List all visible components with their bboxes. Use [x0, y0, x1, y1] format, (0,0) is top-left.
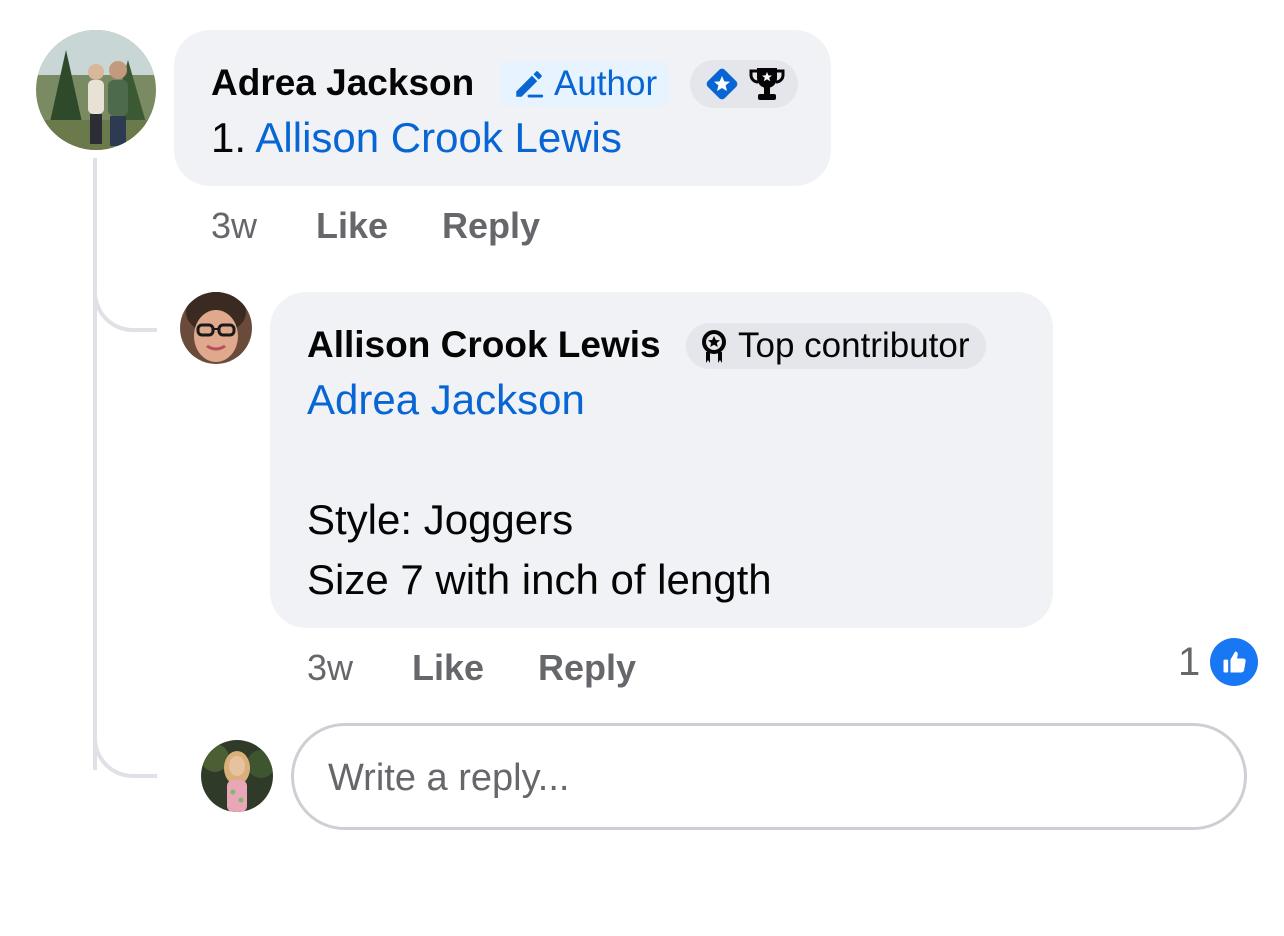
comment-timestamp[interactable]: 3w [211, 205, 257, 247]
reply-like-button[interactable]: Like [412, 647, 484, 689]
comment-number: 1. [211, 114, 247, 161]
thumbs-up-icon [1210, 638, 1259, 686]
reply-reply-button[interactable]: Reply [538, 647, 636, 689]
achievement-badges[interactable] [690, 60, 798, 108]
thread-curve-reply [93, 270, 157, 332]
reply-timestamp[interactable]: 3w [307, 647, 353, 689]
mention-adrea-jackson[interactable]: Adrea Jackson [307, 376, 585, 424]
author-badge-label: Author [554, 64, 658, 103]
trophy-icon [748, 64, 786, 104]
reaction-count: 1 [1178, 639, 1201, 684]
top-contributor-badge[interactable]: Top contributor [686, 323, 986, 369]
contributor-medal-icon [698, 328, 730, 364]
reply-body-line-2: Size 7 with inch of length [307, 556, 772, 603]
comment-like-button[interactable]: Like [316, 205, 388, 247]
author-badge: Author [500, 61, 670, 107]
mention-allison-crook-lewis[interactable]: Allison Crook Lewis [255, 114, 621, 161]
top-contributor-label: Top contributor [738, 326, 970, 365]
reply-input[interactable] [328, 750, 1188, 806]
comment-bubble [174, 30, 831, 186]
comment-body: 1. Allison Crook Lewis [211, 114, 622, 162]
avatar-allison-crook-lewis[interactable] [180, 292, 252, 364]
avatar-current-user[interactable] [201, 740, 273, 812]
reply-composer[interactable] [291, 723, 1247, 830]
diamond-star-icon [702, 64, 742, 104]
thread-line-main [93, 158, 97, 770]
thread-curve-composer [93, 716, 157, 778]
reply-body-line-1: Style: Joggers [307, 496, 574, 543]
avatar-adrea-jackson[interactable] [36, 30, 156, 150]
pencil-icon [512, 67, 546, 101]
comment-author-name[interactable]: Adrea Jackson [211, 62, 474, 104]
reaction-summary[interactable]: 1 [1178, 638, 1259, 686]
comment-reply-button[interactable]: Reply [442, 205, 540, 247]
reply-author-name[interactable]: Allison Crook Lewis [307, 324, 661, 366]
